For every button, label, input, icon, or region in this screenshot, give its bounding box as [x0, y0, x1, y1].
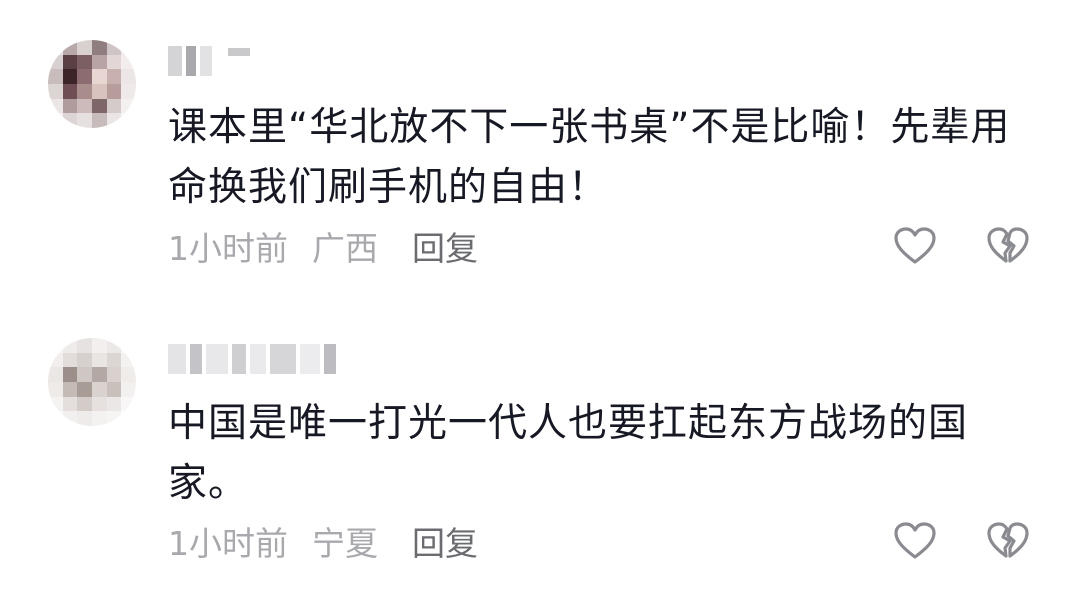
broken-heart-outline-icon[interactable] [986, 521, 1030, 561]
comment-text: 课本里“华北放不下一张书桌”不是比喻！先辈用命换我们刷手机的自由！ [168, 105, 1011, 210]
heart-outline-icon[interactable] [893, 226, 937, 266]
broken-heart-outline-icon[interactable] [986, 226, 1030, 266]
reply-button[interactable]: 回复 [412, 222, 478, 270]
comment-location: 宁夏 [312, 524, 378, 563]
comment-meta: 1小时前 广西 回复 [168, 221, 478, 271]
username-blurred[interactable] [168, 44, 250, 78]
comment-item: 课本里“华北放不下一张书桌”不是比喻！先辈用命换我们刷手机的自由！ 1小时前 广… [0, 0, 1079, 290]
comment-item: 中国是唯一打光一代人也要扛起东方战场的国家。 1小时前 宁夏 回复 [0, 300, 1079, 590]
comment-time: 1小时前 [168, 229, 288, 268]
avatar[interactable] [48, 40, 136, 128]
comment-location: 广西 [312, 229, 378, 268]
avatar[interactable] [48, 338, 136, 426]
reply-button[interactable]: 回复 [412, 517, 478, 565]
username-blurred[interactable] [168, 342, 336, 376]
comment-text: 中国是唯一打光一代人也要扛起东方战场的国家。 [168, 401, 969, 506]
comment-time: 1小时前 [168, 524, 288, 563]
heart-outline-icon[interactable] [893, 521, 937, 561]
comment-meta: 1小时前 宁夏 回复 [168, 516, 478, 566]
